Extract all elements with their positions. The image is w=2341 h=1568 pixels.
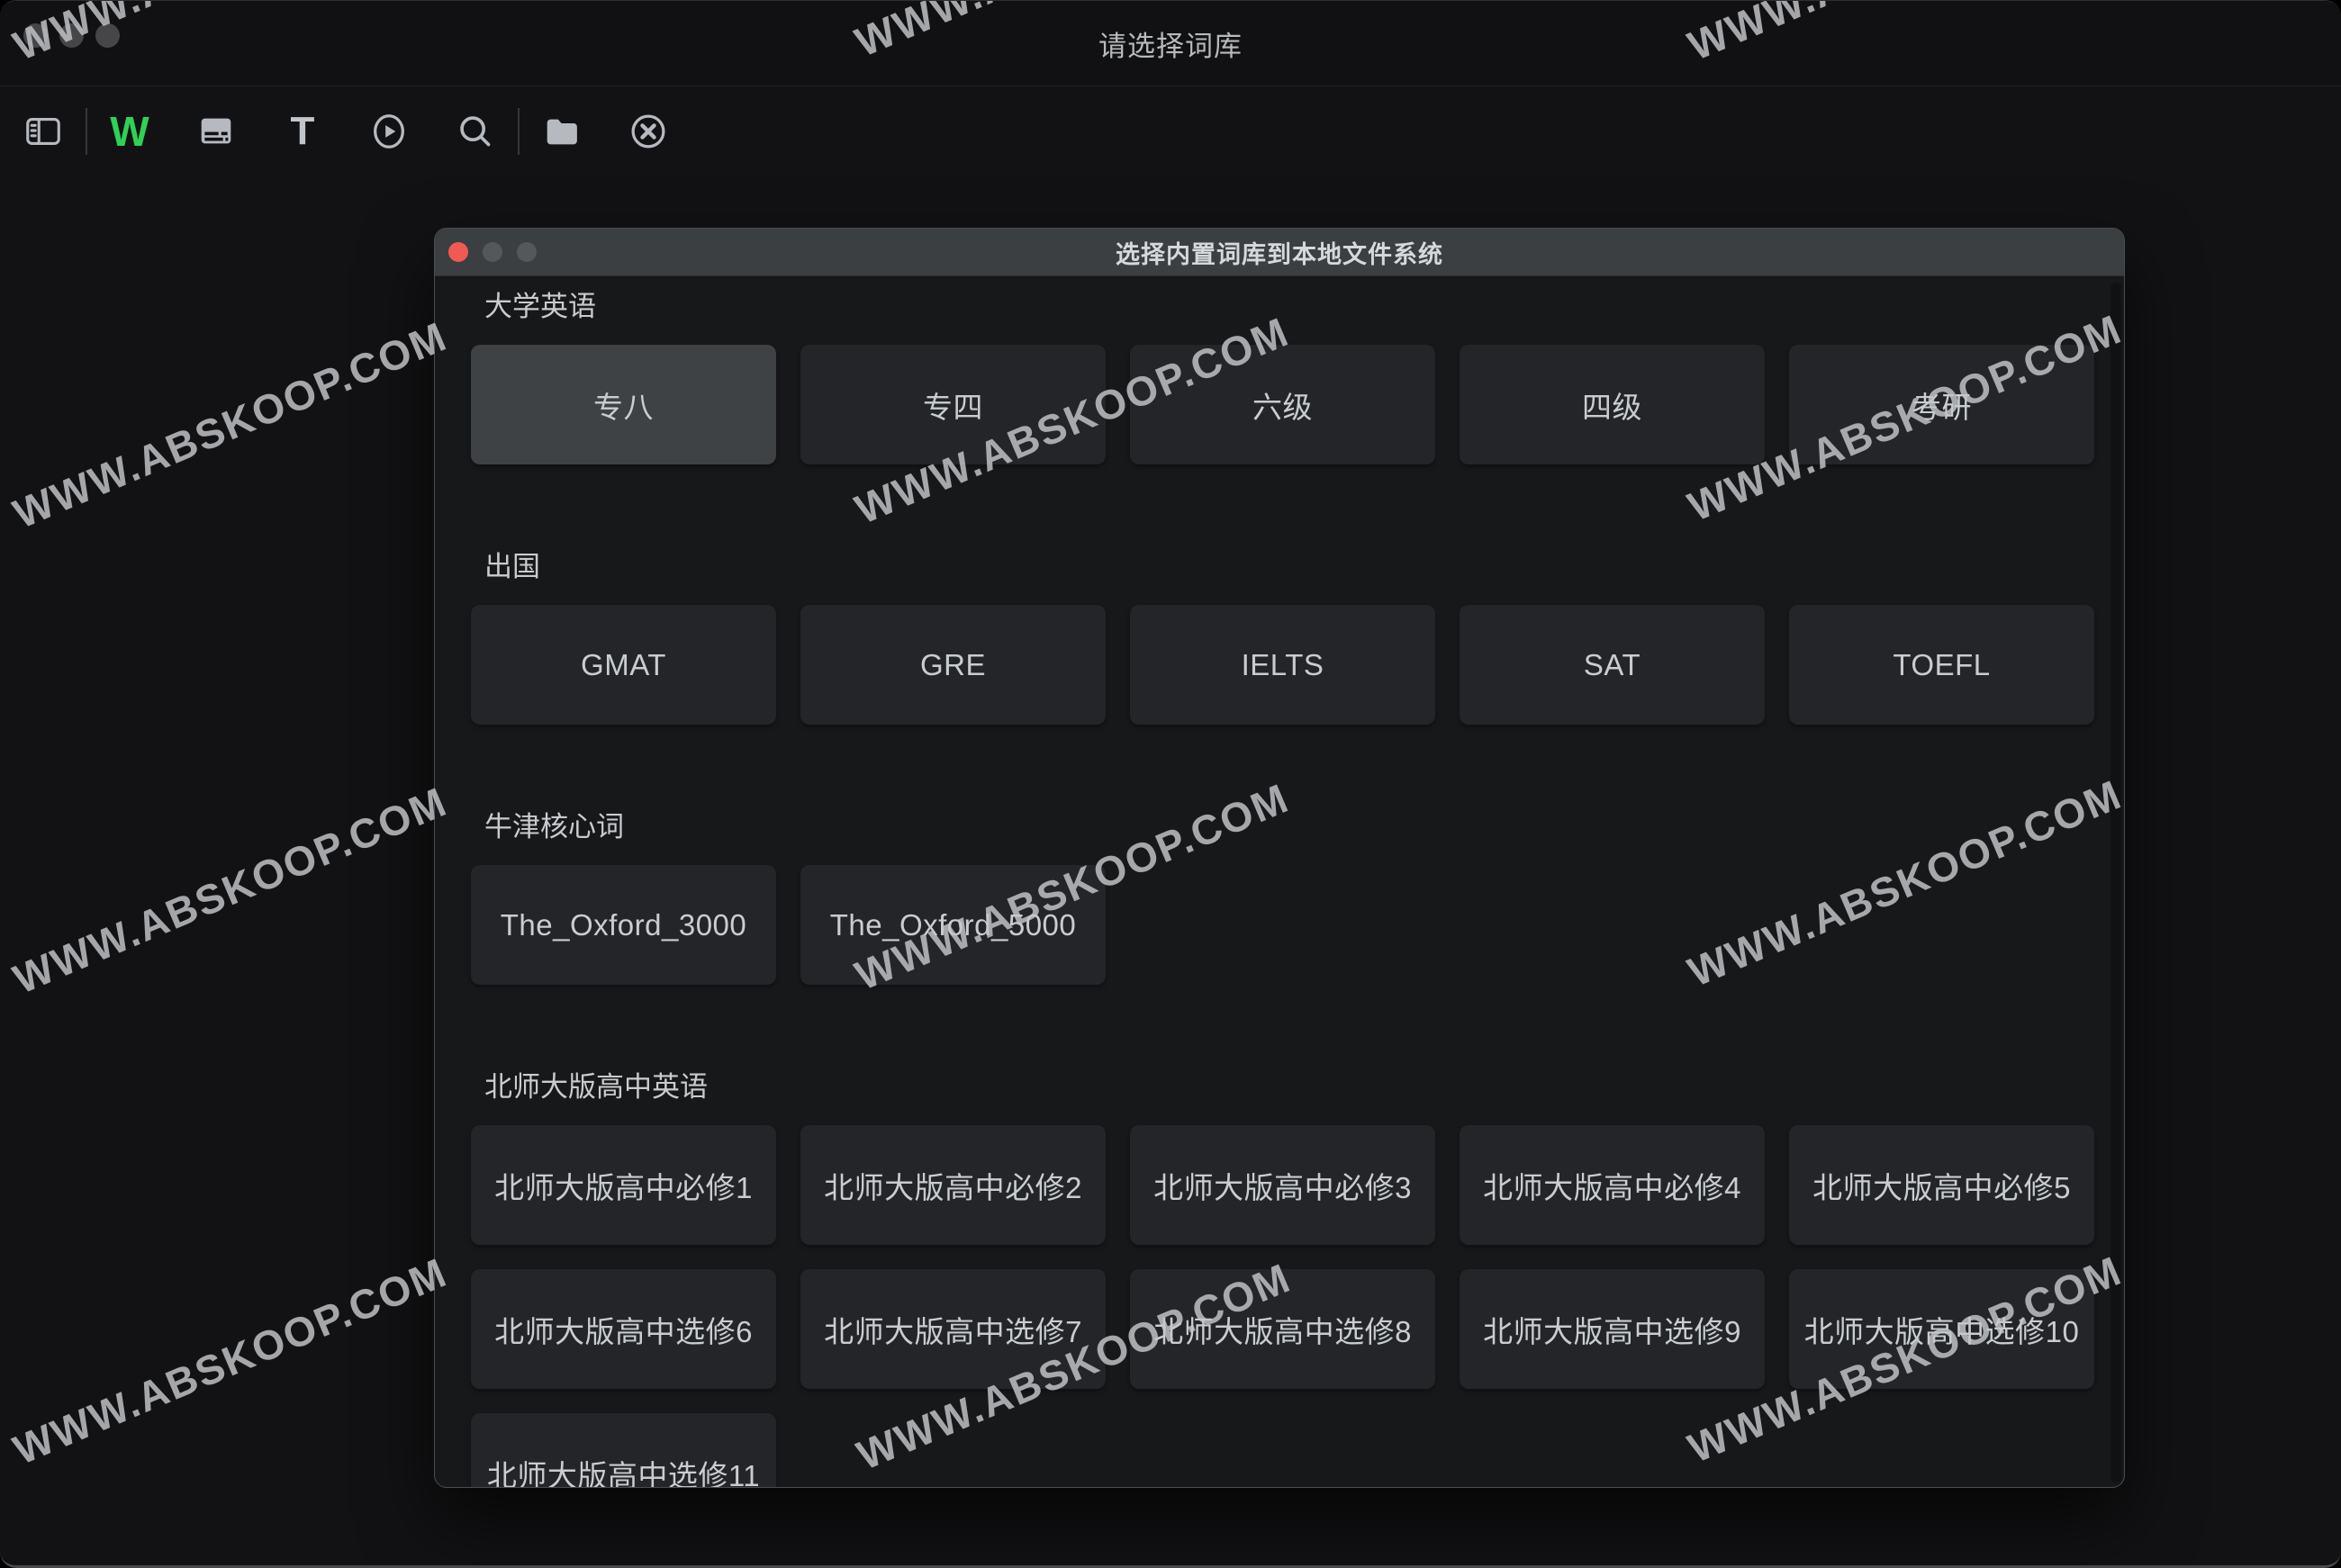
window-titlebar: 请选择词库 xyxy=(0,1,2341,86)
wordbook-button[interactable]: The_Oxford_5000 xyxy=(800,865,1106,985)
wordbook-button[interactable]: 考研 xyxy=(1789,345,2094,464)
wordbook-button[interactable]: 四级 xyxy=(1460,345,1765,464)
wordbook-button[interactable]: 六级 xyxy=(1130,345,1435,464)
wordbook-button[interactable]: GMAT xyxy=(471,605,776,725)
wordbook-button[interactable]: 北师大版高中必修3 xyxy=(1130,1125,1435,1245)
watermark: WWW.ABSKOOP.COM xyxy=(6,1248,454,1474)
wordbook-button[interactable]: 北师大版高中必修2 xyxy=(800,1125,1106,1245)
text-format-icon[interactable]: T xyxy=(282,111,323,152)
wordbook-button[interactable]: 北师大版高中选修6 xyxy=(471,1269,776,1389)
wordbook-button-grid: GMATGREIELTSSATTOEFL xyxy=(471,605,2102,725)
play-icon[interactable] xyxy=(368,111,410,152)
wordbook-button[interactable]: 专八 xyxy=(471,345,776,464)
folder-icon[interactable] xyxy=(541,111,583,152)
watermark: WWW.ABSKOOP.COM xyxy=(6,777,454,1004)
wordbook-button[interactable]: 北师大版高中选修8 xyxy=(1130,1269,1435,1389)
wordbook-button[interactable]: IELTS xyxy=(1130,605,1435,725)
window-traffic-lights xyxy=(23,23,120,48)
wordbook-button[interactable]: 北师大版高中必修1 xyxy=(471,1125,776,1245)
scrollbar-track[interactable] xyxy=(2111,283,2121,1482)
wordbook-section: 大学英语专八专四六级四级考研 xyxy=(471,291,2093,464)
dialog-select-wordbook: 选择内置词库到本地文件系统 大学英语专八专四六级四级考研出国 GMATGREIEL… xyxy=(434,228,2125,1488)
wordbook-button[interactable]: GRE xyxy=(800,605,1106,725)
wordbook-section: 北师大版高中英语北师大版高中必修1北师大版高中必修2北师大版高中必修3北师大版高… xyxy=(471,1071,2093,1488)
dialog-traffic-lights xyxy=(448,242,537,262)
dialog-titlebar: 选择内置词库到本地文件系统 xyxy=(435,229,2124,276)
wordbook-button[interactable]: 专四 xyxy=(800,345,1106,464)
section-header: 大学英语 xyxy=(471,291,2093,323)
wordbook-button-grid: The_Oxford_3000The_Oxford_5000 xyxy=(471,865,2102,985)
main-window: 请选择词库 W T xyxy=(0,0,2341,1568)
section-header: 北师大版高中英语 xyxy=(471,1071,2093,1104)
wordbook-button[interactable]: The_Oxford_3000 xyxy=(471,865,776,985)
wordbook-button[interactable]: 北师大版高中选修7 xyxy=(800,1269,1106,1389)
dialog-minimize-button[interactable] xyxy=(483,242,502,262)
dialog-close-button[interactable] xyxy=(448,242,468,262)
section-header: 牛津核心词 xyxy=(471,811,2093,843)
section-header: 出国 xyxy=(471,551,2093,583)
dialog-zoom-button[interactable] xyxy=(517,242,537,262)
sidebar-toggle-icon[interactable] xyxy=(23,111,64,152)
wordbook-section: 牛津核心词 The_Oxford_3000The_Oxford_5000 xyxy=(471,811,2093,985)
wordbook-button[interactable]: 北师大版高中选修10 xyxy=(1789,1269,2094,1389)
wordbook-button-grid: 北师大版高中必修1北师大版高中必修2北师大版高中必修3北师大版高中必修4北师大版… xyxy=(471,1125,2102,1488)
watermark: WWW.ABSKOOP.COM xyxy=(6,311,454,538)
dialog-content: 大学英语专八专四六级四级考研出国 GMATGREIELTSSATTOEFL 牛津核心… xyxy=(435,276,2124,1488)
toolbar: W T xyxy=(0,86,2341,176)
wordbook-button[interactable]: SAT xyxy=(1460,605,1765,725)
wordbook-button[interactable]: 北师大版高中必修4 xyxy=(1460,1125,1765,1245)
wordbook-section: 出国 GMATGREIELTSSATTOEFL xyxy=(471,551,2093,725)
zoom-button[interactable] xyxy=(95,23,120,48)
wordbook-button[interactable]: TOEFL xyxy=(1789,605,2094,725)
close-circle-icon[interactable] xyxy=(628,111,669,152)
wordbook-button[interactable]: 北师大版高中必修5 xyxy=(1789,1125,2094,1245)
toolbar-divider xyxy=(86,108,87,155)
wordbook-button-grid: 专八专四六级四级考研 xyxy=(471,345,2102,464)
window-title: 请选择词库 xyxy=(1098,23,1243,64)
close-button[interactable] xyxy=(23,23,48,48)
wordbook-w-icon[interactable]: W xyxy=(109,111,150,152)
wordbook-button[interactable]: 北师大版高中选修9 xyxy=(1460,1269,1765,1389)
dialog-title: 选择内置词库到本地文件系统 xyxy=(1116,235,1443,270)
flashcards-icon[interactable] xyxy=(195,111,237,152)
minimize-button[interactable] xyxy=(59,23,84,48)
toolbar-divider xyxy=(518,108,520,155)
search-icon[interactable] xyxy=(455,111,496,152)
wordbook-button[interactable]: 北师大版高中选修11 xyxy=(471,1413,776,1488)
